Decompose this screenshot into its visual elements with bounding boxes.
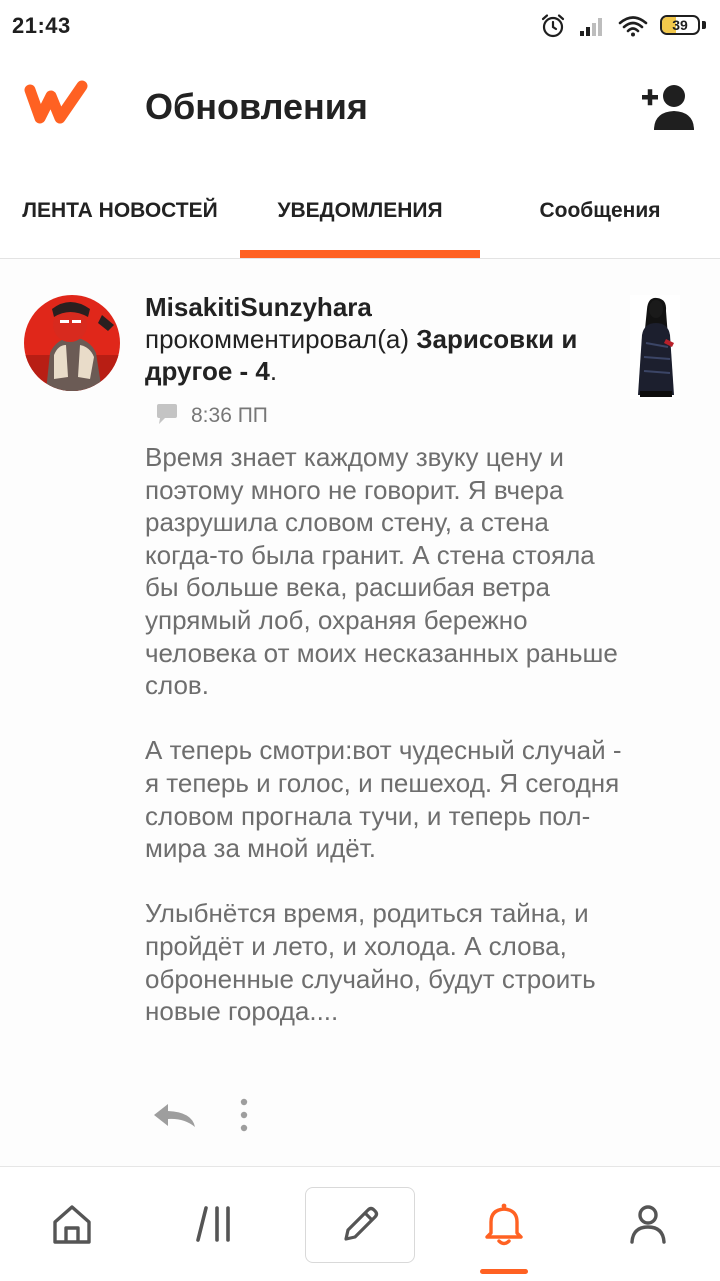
more-vertical-icon bbox=[240, 1098, 248, 1131]
profile-icon bbox=[630, 1205, 666, 1244]
reply-icon bbox=[154, 1103, 195, 1127]
comment-paragraph-2: А теперь смотри:вот чудесный случай - я … bbox=[145, 735, 622, 864]
nav-library[interactable] bbox=[144, 1167, 288, 1281]
notification-action: прокомментировал(а) bbox=[145, 324, 409, 354]
comment-time: 8:36 ПП bbox=[191, 404, 268, 427]
notification-title: MisakitiSunzyhara прокомментировал(а) За… bbox=[145, 291, 605, 387]
status-icons: 39 bbox=[540, 12, 706, 40]
status-time: 21:43 bbox=[12, 13, 71, 38]
comment-meta: 8:36 ПП bbox=[155, 401, 268, 431]
comment-paragraph-3: Улыбнётся время, родиться тайна, и пройд… bbox=[145, 898, 596, 1027]
battery-icon: 39 bbox=[660, 15, 706, 37]
wifi-icon bbox=[618, 15, 648, 37]
reply-button[interactable] bbox=[150, 1100, 198, 1135]
pencil-icon bbox=[344, 1206, 379, 1241]
tab-notifications[interactable]: УВЕДОМЛЕНИЯ bbox=[240, 164, 480, 258]
signal-icon bbox=[578, 15, 606, 37]
nav-notifications[interactable] bbox=[432, 1167, 576, 1281]
nav-profile[interactable] bbox=[576, 1167, 720, 1281]
app-header: Обновления bbox=[0, 52, 720, 164]
tab-bar: ЛЕНТА НОВОСТЕЙ УВЕДОМЛЕНИЯ Сообщения bbox=[0, 164, 720, 259]
page-title: Обновления bbox=[145, 86, 368, 127]
nav-home[interactable] bbox=[0, 1167, 144, 1281]
comment-text: Время знает каждому звуку цену и поэтому… bbox=[145, 441, 625, 1060]
active-nav-indicator bbox=[480, 1269, 528, 1274]
home-icon bbox=[53, 1205, 91, 1244]
more-options-button[interactable] bbox=[238, 1097, 250, 1138]
nav-write[interactable] bbox=[305, 1187, 415, 1263]
username-link[interactable]: MisakitiSunzyhara bbox=[145, 291, 605, 323]
comment-icon bbox=[155, 403, 179, 430]
notification-item: MisakitiSunzyhara прокомментировал(а) За… bbox=[0, 259, 720, 1166]
bell-icon bbox=[485, 1203, 523, 1246]
active-tab-indicator bbox=[240, 250, 480, 258]
status-bar: 21:43 39 bbox=[0, 0, 720, 52]
tab-messages[interactable]: Сообщения bbox=[480, 164, 720, 258]
library-icon bbox=[196, 1206, 230, 1242]
add-user-button[interactable] bbox=[640, 82, 696, 132]
comment-paragraph-1: Время знает каждому звуку цену и поэтому… bbox=[145, 442, 618, 701]
add-user-icon bbox=[642, 85, 694, 130]
story-cover-image[interactable] bbox=[630, 295, 680, 399]
tab-news-feed[interactable]: ЛЕНТА НОВОСТЕЙ bbox=[0, 164, 240, 258]
title-suffix: . bbox=[269, 356, 278, 386]
alarm-icon bbox=[540, 13, 566, 39]
bottom-navigation bbox=[0, 1166, 720, 1281]
comment-actions bbox=[150, 1097, 250, 1137]
wattpad-logo-icon[interactable] bbox=[24, 80, 88, 131]
avatar[interactable] bbox=[24, 295, 120, 391]
battery-level: 39 bbox=[672, 17, 688, 33]
